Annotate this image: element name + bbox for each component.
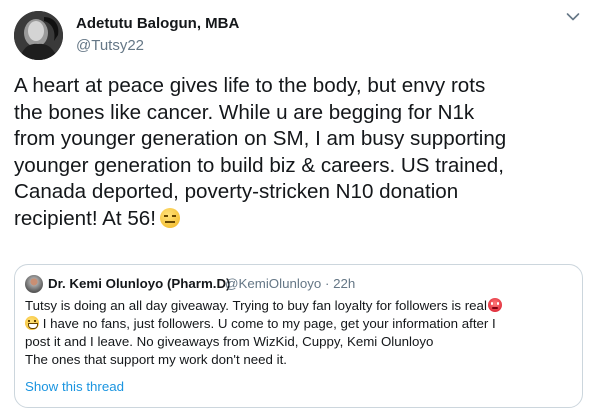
tweet-text-line: A heart at peace gives life to the body,… [14, 74, 486, 97]
quoted-text-line-1: Tutsy is doing an all day giveaway. Tryi… [25, 297, 577, 315]
author-handle[interactable]: @Tutsy22 [76, 36, 239, 55]
tweet-text-line: Canada deported, poverty-stricken N10 do… [14, 180, 459, 204]
expressionless-face-emoji-icon [159, 207, 180, 228]
quoted-author-name: Dr. Kemi Olunloyo (Pharm.D) [48, 276, 231, 291]
grinning-sweat-emoji-icon [25, 316, 39, 330]
tweet-text-line: the bones like cancer. While u are beggi… [14, 100, 475, 124]
tweet-text-last-line: recipient! At 56! [14, 206, 584, 233]
quoted-text-line: The ones that support my work don't need… [25, 352, 287, 367]
quoted-tweet-text: Tutsy is doing an all day giveaway. Tryi… [25, 297, 577, 369]
author-display-name[interactable]: Adetutu Balogun, MBA [76, 14, 239, 33]
angry-face-emoji-icon [487, 298, 502, 312]
quoted-author-handle-time: @KemiOlunloyo · 22h [225, 276, 356, 291]
quoted-text-line: post it and I leave. No giveaways from W… [25, 334, 434, 349]
tweet-text-line: younger generation to build biz & career… [14, 153, 504, 177]
show-thread-link[interactable]: Show this thread [25, 379, 124, 394]
author-avatar[interactable] [14, 11, 63, 60]
quoted-tweet[interactable]: Dr. Kemi Olunloyo (Pharm.D) @KemiOlunloy… [14, 264, 583, 408]
author-block: Adetutu Balogun, MBA @Tutsy22 [76, 14, 239, 55]
quoted-author-avatar [25, 275, 43, 293]
tweet-text: A heart at peace gives life to the body,… [14, 73, 584, 233]
tweet-text-line: from younger generation on SM, I am busy… [14, 127, 507, 151]
profile-photo-avatar-icon [14, 11, 63, 60]
quoted-text-line: Tutsy is doing an all day giveaway. Tryi… [25, 298, 487, 313]
quoted-text-line: I have no fans, just followers. U come t… [39, 316, 496, 331]
tweet-card: Adetutu Balogun, MBA @Tutsy22 A heart at… [0, 0, 593, 415]
tweet-text-line: recipient! At 56! [14, 206, 156, 230]
quoted-text-line-2: I have no fans, just followers. U come t… [25, 315, 577, 333]
chevron-down-icon[interactable] [566, 12, 580, 22]
